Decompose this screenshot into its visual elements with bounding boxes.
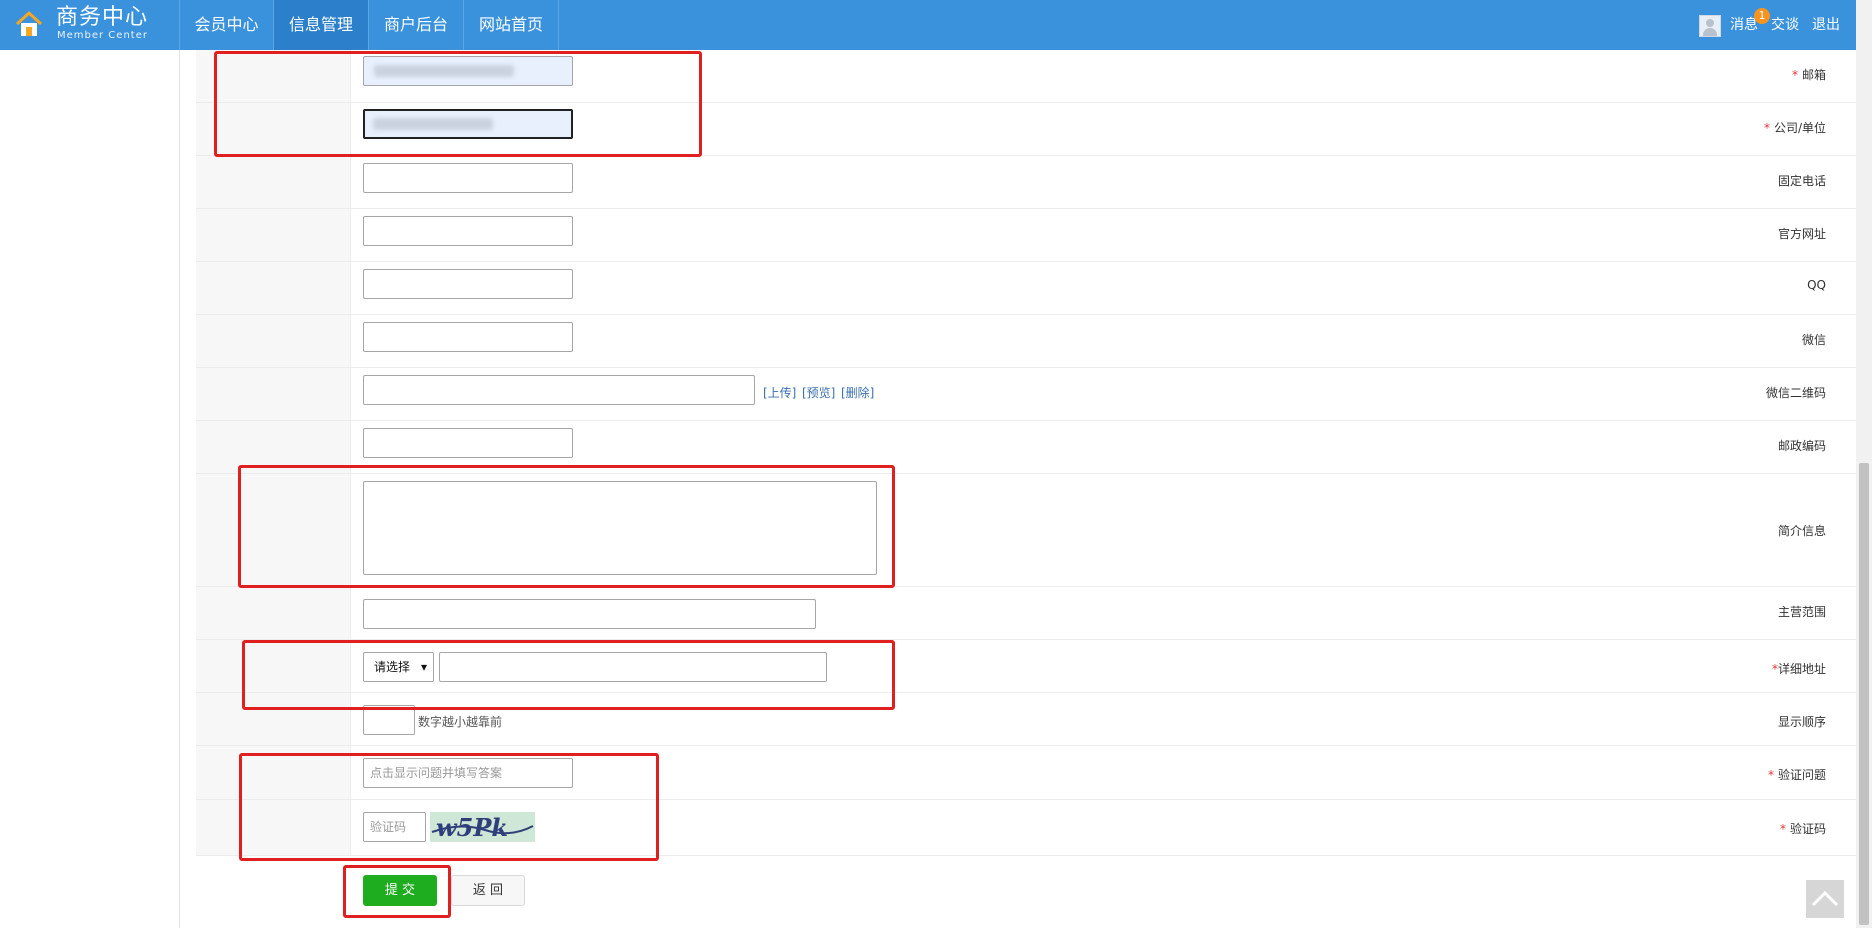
nav-merchant-backend[interactable]: 商户后台	[369, 0, 464, 50]
qq-label: QQ	[1807, 278, 1826, 292]
form-row-business-scope: 主营范围	[196, 587, 1856, 640]
logout-link[interactable]: 退出	[1812, 0, 1840, 50]
company-label: * 公司/单位	[1763, 121, 1826, 135]
logo-title: 商务中心	[56, 5, 149, 30]
back-button[interactable]: 返 回	[451, 875, 525, 906]
messages-badge: 1	[1754, 8, 1770, 24]
postcode-label: 邮政编码	[1777, 439, 1826, 453]
form-row-website: 官方网址	[196, 209, 1856, 262]
question-label: * 验证问题	[1767, 768, 1826, 782]
nav-info-management[interactable]: 信息管理	[274, 0, 369, 50]
phone-label: 固定电话	[1777, 174, 1826, 188]
website-field[interactable]	[363, 216, 573, 246]
business-scope-field[interactable]	[363, 599, 816, 629]
home-icon[interactable]	[14, 9, 44, 43]
nav-member-center[interactable]: 会员中心	[180, 0, 274, 50]
annotation-box-address	[242, 640, 895, 710]
main-nav: 会员中心 信息管理 商户后台 网站首页	[180, 0, 559, 50]
annotation-box-contact	[214, 51, 702, 157]
nav-site-home[interactable]: 网站首页	[464, 0, 559, 50]
display-order-label: 显示顺序	[1777, 715, 1826, 729]
address-label: *详细地址	[1771, 662, 1826, 676]
email-label: * 邮箱	[1791, 68, 1826, 82]
chevron-up-icon	[1811, 890, 1839, 907]
wechat-field[interactable]	[363, 322, 573, 352]
form-row-wechat: 微信	[196, 315, 1856, 368]
avatar[interactable]	[1699, 15, 1721, 37]
wechat-qr-field[interactable]	[363, 375, 755, 405]
intro-label: 简介信息	[1777, 524, 1826, 538]
wechat-qr-label: 微信二维码	[1765, 386, 1826, 400]
display-order-hint: 数字越小越靠前	[418, 715, 503, 729]
preview-link[interactable]: [预览]	[802, 384, 835, 401]
messages-link[interactable]: 消息	[1730, 0, 1758, 50]
form-row-wechat-qr: 微信二维码 [上传] [预览] [删除]	[196, 368, 1856, 421]
form-row-qq: QQ	[196, 262, 1856, 315]
talk-link[interactable]: 交谈	[1771, 0, 1799, 50]
postcode-field[interactable]	[363, 428, 573, 458]
business-scope-label: 主营范围	[1777, 605, 1826, 619]
back-to-top-button[interactable]	[1806, 880, 1844, 918]
annotation-box-verification	[239, 753, 659, 861]
website-label: 官方网址	[1777, 227, 1826, 241]
annotation-box-submit	[343, 865, 451, 918]
logo-subtitle: Member Center	[57, 30, 148, 41]
qq-field[interactable]	[363, 269, 573, 299]
form-row-phone: 固定电话	[196, 156, 1856, 209]
wechat-label: 微信	[1801, 333, 1826, 347]
scrollbar-thumb[interactable]	[1859, 463, 1869, 925]
captcha-label: * 验证码	[1779, 822, 1826, 836]
sidebar-divider	[179, 50, 180, 928]
top-nav-bar: 商务中心 Member Center 会员中心 信息管理 商户后台 网站首页 消…	[0, 0, 1856, 50]
delete-link[interactable]: [删除]	[841, 384, 874, 401]
annotation-box-intro	[238, 465, 895, 588]
upload-link[interactable]: [上传]	[763, 384, 796, 401]
phone-field[interactable]	[363, 163, 573, 193]
